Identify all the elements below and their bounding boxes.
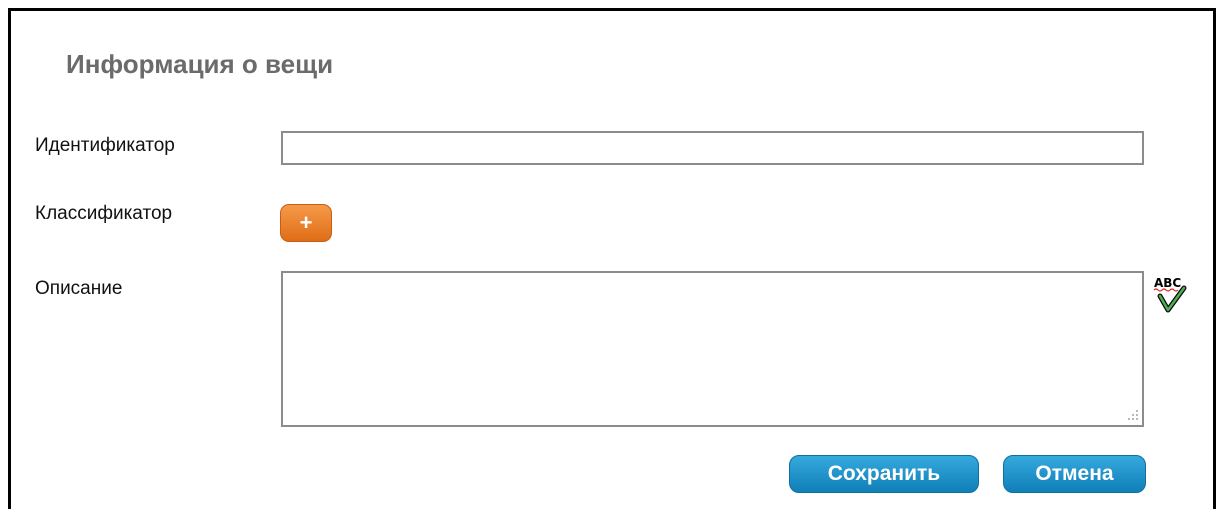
description-label: Описание — [35, 278, 123, 299]
classifier-label: Классификатор — [35, 203, 173, 224]
cancel-button[interactable]: Отмена — [1003, 455, 1146, 493]
identifier-input[interactable] — [281, 131, 1144, 165]
item-info-dialog: Информация о вещи Идентификатор Классифи… — [8, 8, 1216, 509]
spellcheck-abc-icon[interactable]: ABC — [1153, 274, 1187, 314]
save-button[interactable]: Сохранить — [789, 455, 979, 493]
svg-text:ABC: ABC — [1154, 276, 1181, 290]
plus-icon: + — [299, 210, 313, 235]
resize-grip-icon[interactable] — [1125, 407, 1139, 421]
description-textarea[interactable] — [281, 271, 1144, 427]
identifier-label: Идентификатор — [35, 135, 175, 156]
add-classifier-button[interactable]: + — [280, 204, 332, 242]
dialog-title: Информация о вещи — [66, 49, 334, 79]
